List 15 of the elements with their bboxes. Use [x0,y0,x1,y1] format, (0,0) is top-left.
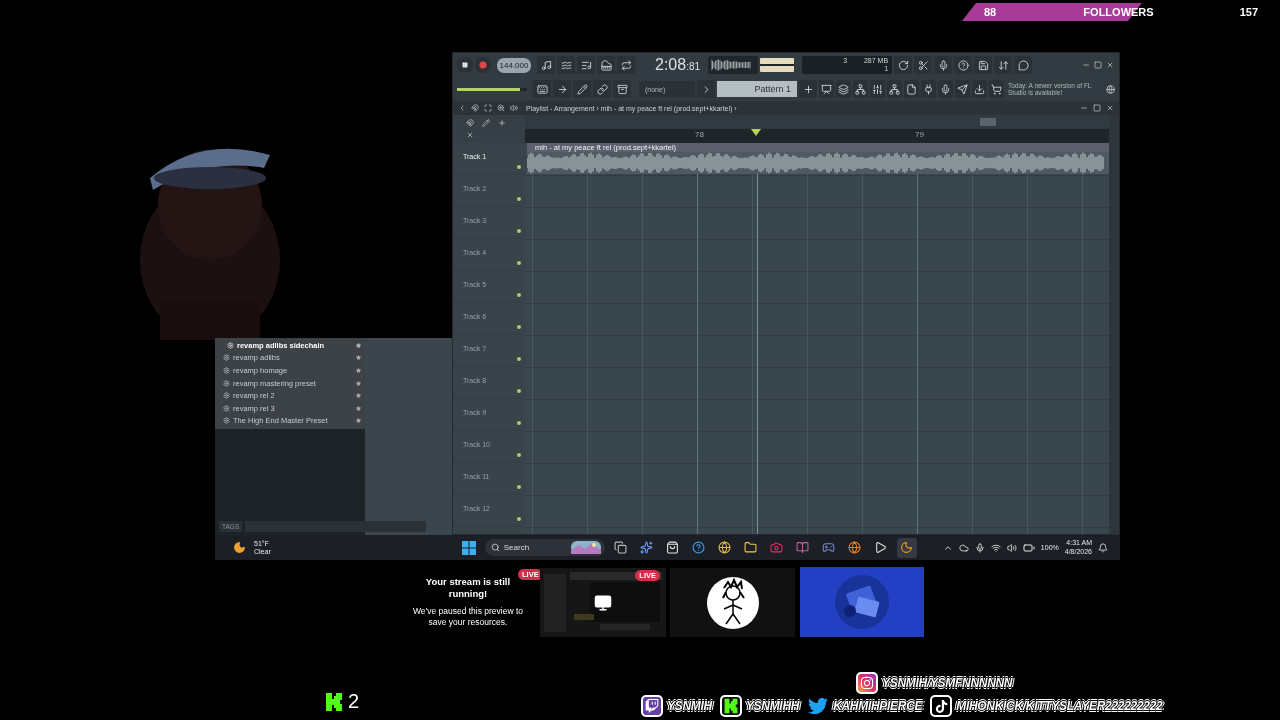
follower-goal: 157 [1239,6,1258,18]
bar-number: 79 [915,130,924,139]
search-field[interactable]: Search [484,539,605,556]
kick-viewer-count: 2 [348,690,360,713]
song-position: 2:08:81 [655,56,701,74]
social-handle: YSNMIH/YSMFNNNNNN [882,676,1013,690]
preview-message: We've paused this preview to save your resources. [411,605,525,628]
pattern-selector[interactable]: Pattern 1 [717,81,797,97]
bar-number: 78 [695,130,704,139]
preview-title: Your stream is still running! [424,576,512,600]
social-handle: KAHMIHPIERCE [833,699,923,713]
social-handle: YSNMIH [667,699,712,713]
social-handle: MIHONKICK/KITTYSLAYER222222222 [956,699,1163,713]
tempo-display: 144.000 [497,57,531,73]
social-handle: YSNMIHH [745,699,800,713]
